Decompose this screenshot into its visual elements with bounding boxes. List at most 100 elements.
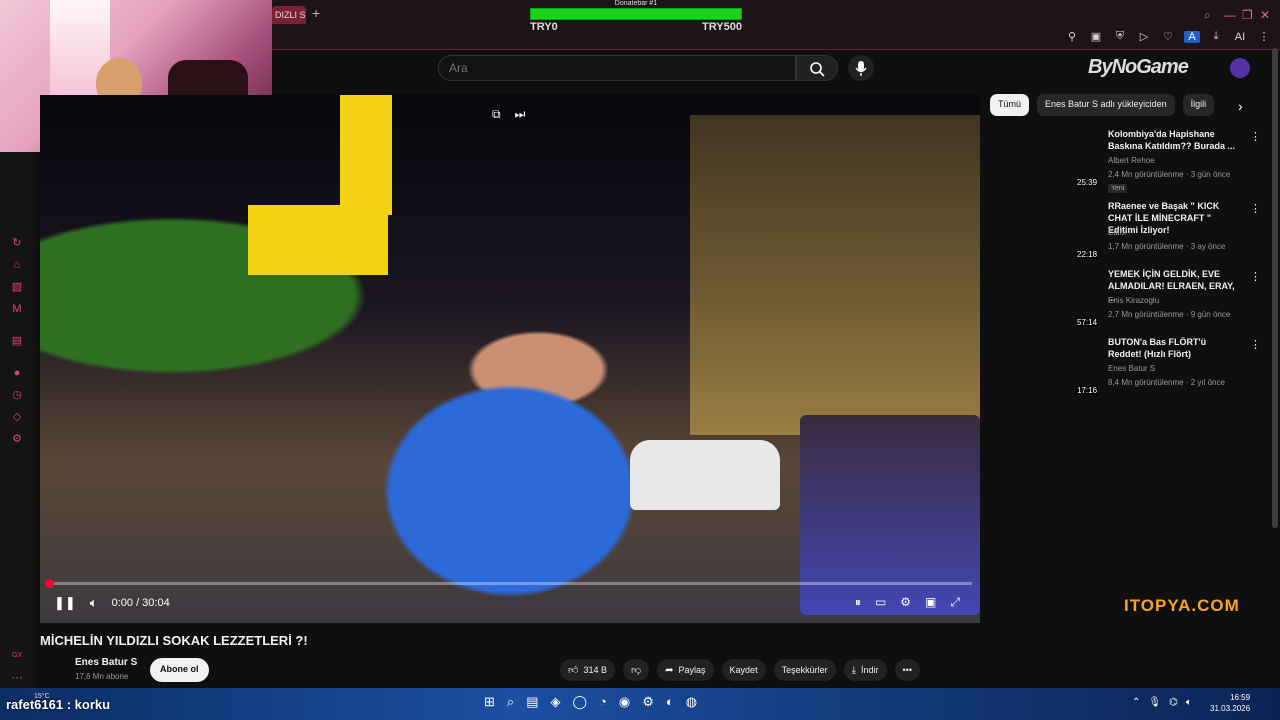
more-options-icon[interactable]: ⋮	[1250, 270, 1261, 283]
scene-chinese-sign	[340, 95, 392, 215]
start-icon[interactable]: ⊞	[484, 694, 495, 710]
recommendation-channel: Edior	[1108, 228, 1127, 237]
close-button[interactable]: ✕	[1260, 8, 1270, 22]
channel-name[interactable]: Enes Batur S	[75, 657, 137, 668]
chevron-up-icon[interactable]: ⌃	[1132, 697, 1140, 708]
steam-icon[interactable]: ◐	[666, 694, 674, 710]
save-button[interactable]: Kaydet	[721, 659, 766, 681]
recommendation-title[interactable]: RRaenee ve Başak " KICK CHAT İLE MİNECRA…	[1108, 200, 1240, 236]
dislike-button[interactable]: 👎︎	[622, 659, 650, 681]
volume-icon[interactable]: 🔈︎	[1186, 697, 1192, 708]
new-tab-button[interactable]: +	[312, 5, 320, 21]
page-scrollbar[interactable]	[1272, 48, 1278, 528]
copilot-icon[interactable]: ◈	[550, 694, 560, 710]
spotify-icon[interactable]: ●	[10, 366, 24, 380]
card-icon[interactable]: ▨	[10, 280, 24, 294]
chip-uploads[interactable]: Enes Batur S adlı yükleyiciden	[1037, 94, 1175, 116]
bag-icon[interactable]: ⌂	[10, 258, 24, 272]
puzzle-icon[interactable]: ◇	[10, 410, 24, 424]
subscribe-button[interactable]: Abone ol	[150, 658, 209, 682]
fullscreen-icon[interactable]: ⤢	[950, 595, 960, 610]
download-button[interactable]: ⤓ İndir	[843, 659, 887, 681]
edge-icon[interactable]: ◔	[599, 694, 607, 710]
search-icon[interactable]: ⌕	[507, 694, 514, 710]
miniplayer-icon[interactable]: ⧉	[492, 107, 501, 122]
extension-bar: ⚲ ▣ ⛨ ▷ ♡ A ⤓ AI ⋮	[1064, 30, 1272, 43]
discord-icon[interactable]: ◉	[619, 694, 630, 710]
recommendation-title[interactable]: BUTON'a Bas FLÖRT'ü Reddet! (Hızlı Flört…	[1108, 336, 1240, 360]
twitch-icon[interactable]: ▤	[10, 334, 24, 348]
scene-building	[690, 115, 980, 435]
like-button[interactable]: 👍︎ 314 B	[560, 659, 615, 681]
recommendation-meta: 2,7 Mn görüntülenme · 9 gün önce	[1108, 310, 1231, 319]
download-label: İndir	[861, 665, 879, 675]
thanks-button[interactable]: Teşekkürler	[773, 659, 836, 681]
subtitles-icon[interactable]: ▭	[875, 595, 886, 610]
shield-icon[interactable]: ⛨	[1112, 30, 1128, 43]
search-box	[438, 55, 796, 81]
more-options-icon[interactable]: ⋮	[1250, 202, 1261, 215]
duration-badge: 22:18	[1076, 250, 1099, 259]
settings-icon[interactable]: ⚙	[10, 432, 24, 446]
search-button[interactable]	[796, 55, 838, 81]
recommendation-title[interactable]: Kolombiya'da Hapishane Baskına Katıldım?…	[1108, 128, 1240, 152]
download-icon[interactable]: ⤓	[1208, 30, 1224, 43]
m-app-icon[interactable]: M	[10, 302, 24, 316]
avatar[interactable]	[1230, 58, 1250, 78]
share-button[interactable]: ➦ Paylaş	[657, 659, 714, 681]
minimize-button[interactable]: —	[1224, 8, 1236, 22]
pause-button[interactable]: ❚❚	[54, 595, 76, 611]
autoplay-toggle[interactable]: ⏸	[855, 595, 861, 610]
gx-icon[interactable]: GX	[10, 649, 24, 663]
ai-button[interactable]: AI	[1232, 31, 1248, 43]
volume-button[interactable]: 🔈︎	[90, 595, 98, 611]
mic-button[interactable]	[848, 55, 874, 81]
recommendation-meta: 2,4 Mn görüntülenme · 3 gün önce	[1108, 170, 1231, 179]
chevron-right-icon[interactable]: ›	[1238, 98, 1243, 114]
opera-icon[interactable]: ◯	[572, 694, 587, 710]
restore-button[interactable]: ❐	[1242, 8, 1253, 22]
recommendation-item[interactable]: 57:14 YEMEK İÇİN GELDİK, EVE ALMADILAR! …	[990, 268, 1261, 336]
heart-icon[interactable]: ♡	[1160, 30, 1176, 43]
progress-scrubber[interactable]	[45, 579, 54, 588]
recommendation-item[interactable]: 17:16 BUTON'a Bas FLÖRT'ü Reddet! (Hızlı…	[990, 336, 1261, 404]
chip-related[interactable]: İlgili	[1182, 94, 1215, 116]
pin-icon[interactable]: ⚲	[1064, 30, 1080, 43]
crop-icon[interactable]: ▣	[1088, 30, 1104, 43]
microphone-icon[interactable]: 🎙︎	[1148, 697, 1161, 708]
scene-yellow-sign	[248, 205, 388, 275]
more-actions-button[interactable]: •••	[894, 659, 920, 681]
more-options-icon[interactable]: ⋮	[1250, 338, 1261, 351]
menu-icon[interactable]: ⋮	[1256, 30, 1272, 43]
next-icon[interactable]: ⏭	[515, 107, 526, 122]
extension-a-button[interactable]: A	[1184, 30, 1200, 43]
recommendation-item[interactable]: 22:18 RRaenee ve Başak " KICK CHAT İLE M…	[990, 200, 1261, 268]
search-icon[interactable]: ⌕	[1204, 8, 1211, 23]
duration-badge: 25:39	[1076, 178, 1099, 187]
chrome-icon[interactable]: ◍	[686, 694, 697, 710]
network-icon[interactable]: ⌬	[1169, 697, 1178, 708]
clock-icon[interactable]: ◷	[10, 388, 24, 402]
donatebar-title: Donatebar #1	[614, 0, 658, 7]
progress-bar[interactable]	[48, 582, 972, 585]
chip-all[interactable]: Tümü	[990, 94, 1030, 116]
more-icon[interactable]: ⋯	[10, 671, 24, 685]
settings-icon[interactable]: ⚙	[642, 694, 654, 710]
bynogame-logo: ByNoGame	[1088, 56, 1189, 78]
filter-chips: Tümü Enes Batur S adlı yükleyiciden İlgi…	[990, 94, 1215, 116]
search-icon	[810, 62, 825, 77]
settings-gear-icon[interactable]: ⚙	[900, 595, 911, 610]
history-icon[interactable]: ↻	[10, 236, 24, 250]
video-player[interactable]: ⧉ ⏭ ❚❚ 🔈︎ 0:00 / 30:04 ⏸ ▭ ⚙ ▣ ⤢	[40, 95, 980, 623]
recommendation-channel: Enes Batur S	[1108, 364, 1156, 373]
file-explorer-icon[interactable]: ▤	[526, 694, 538, 710]
clock-date: 31.03.2026	[1210, 704, 1251, 713]
more-options-icon[interactable]: ⋮	[1250, 130, 1261, 143]
theater-mode-icon[interactable]: ▣	[925, 595, 936, 610]
recommendation-item[interactable]: 25:39 Kolombiya'da Hapishane Baskına Kat…	[990, 128, 1261, 196]
taskbar-clock[interactable]: 16:59 31.03.2026	[1210, 692, 1250, 714]
browser-tab[interactable]: DIZLI S(	[272, 6, 306, 24]
search-input[interactable]	[439, 56, 795, 80]
clock-time: 16:59	[1230, 693, 1251, 702]
play-icon[interactable]: ▷	[1136, 30, 1152, 43]
